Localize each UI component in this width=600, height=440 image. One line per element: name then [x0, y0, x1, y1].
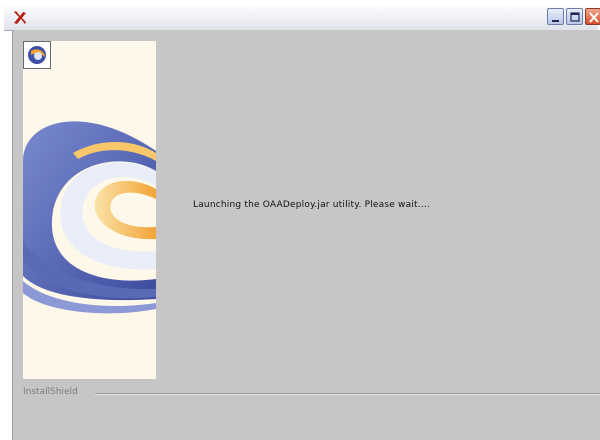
minimize-button[interactable] — [547, 8, 564, 25]
dialog-client-area: Launching the OAADeploy.jar utility. Ple… — [12, 30, 600, 440]
maximize-icon — [570, 12, 580, 22]
close-icon — [589, 12, 599, 23]
installshield-brand-label: InstallShield — [23, 387, 78, 397]
minimize-icon — [552, 20, 559, 22]
status-message: Launching the OAADeploy.jar utility. Ple… — [193, 200, 430, 210]
title-bar[interactable] — [4, 6, 600, 31]
installshield-logo-icon — [23, 41, 51, 69]
app-x-icon — [14, 11, 26, 24]
maximize-button[interactable] — [566, 8, 583, 25]
close-button[interactable] — [585, 8, 600, 25]
footer-divider — [95, 393, 600, 395]
side-banner-image — [23, 41, 156, 379]
installer-window: Launching the OAADeploy.jar utility. Ple… — [0, 0, 600, 440]
swoosh-graphic — [23, 41, 156, 379]
